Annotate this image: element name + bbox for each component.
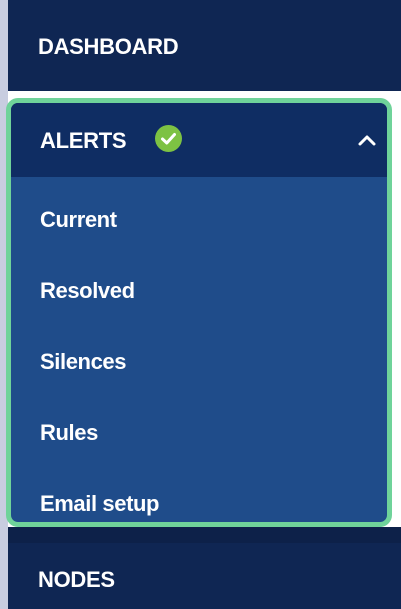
alerts-section: ALERTS Current Resolved Silences Rules E… (6, 98, 392, 527)
alerts-submenu-rules-label: Rules (40, 420, 98, 445)
nav-item-dashboard[interactable]: DASHBOARD (8, 0, 401, 91)
alerts-submenu-resolved[interactable]: Resolved (11, 254, 387, 324)
alerts-submenu-email-setup-label: Email setup (40, 491, 160, 516)
alerts-submenu-silences-label: Silences (40, 349, 127, 374)
chevron-up-icon[interactable] (356, 132, 378, 148)
alerts-submenu-current[interactable]: Current (11, 183, 387, 253)
alerts-submenu-current-label: Current (40, 207, 117, 232)
alerts-submenu-email-setup[interactable]: Email setup (11, 467, 387, 522)
section-divider (8, 527, 401, 543)
nav-item-nodes-label: NODES (38, 567, 115, 592)
nav-item-nodes[interactable]: NODES (8, 543, 401, 609)
sidebar-nav: DASHBOARD ALERTS Current Resolved Silenc… (0, 0, 401, 609)
nav-item-dashboard-label: DASHBOARD (38, 34, 179, 59)
check-circle-icon (155, 125, 182, 152)
nav-item-alerts-label: ALERTS (40, 128, 127, 153)
alerts-submenu-rules[interactable]: Rules (11, 396, 387, 466)
alerts-submenu-silences[interactable]: Silences (11, 325, 387, 395)
alerts-submenu-resolved-label: Resolved (40, 278, 135, 303)
nav-item-alerts[interactable]: ALERTS (11, 103, 387, 177)
